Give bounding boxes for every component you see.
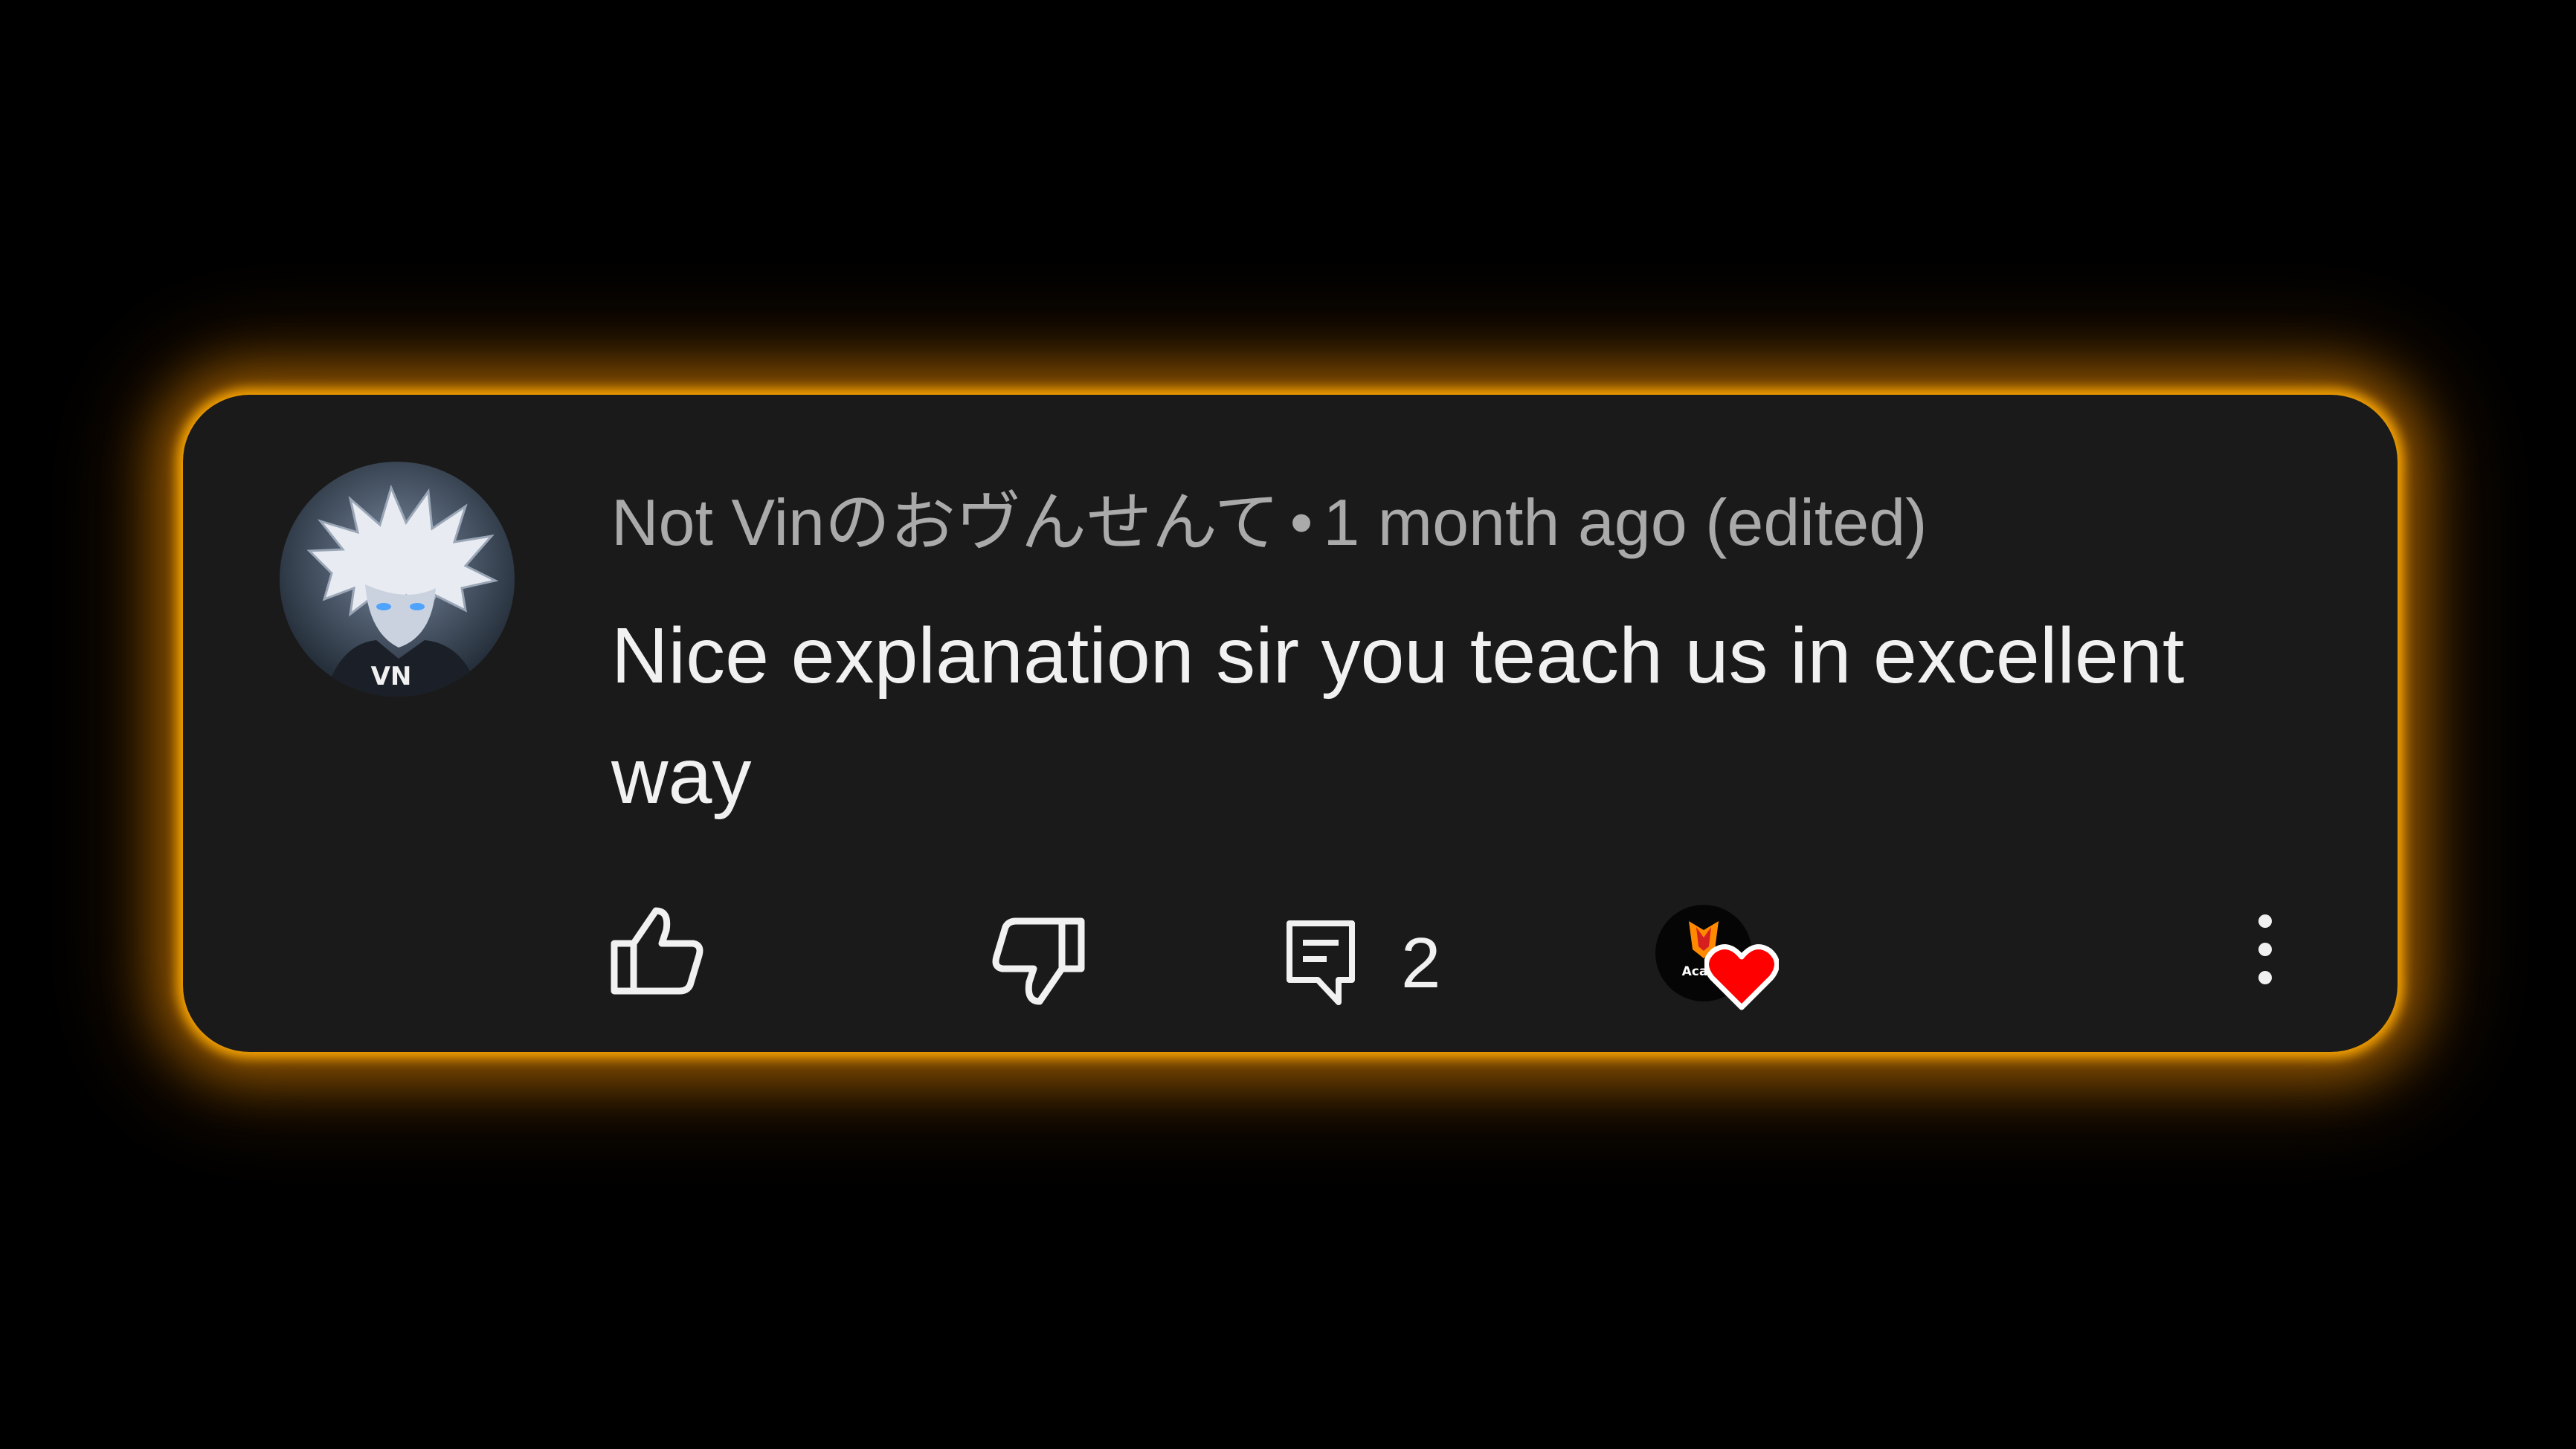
more-vertical-icon [2258, 914, 2272, 984]
thumbs-down-icon [992, 917, 1085, 1005]
comment-card: VN Not Vinのおヴんせんて • 1 month ago (edited) N… [183, 395, 2398, 1052]
thumbs-up-icon [611, 907, 703, 995]
reply-icon [1287, 920, 1355, 1005]
creator-heart-badge: Acadi [1655, 905, 1797, 1031]
like-button[interactable] [610, 900, 706, 997]
avatar-initials: VN [371, 662, 412, 691]
author-avatar[interactable]: VN [280, 462, 515, 697]
more-actions-button[interactable] [2243, 908, 2287, 997]
dislike-button[interactable] [989, 915, 1086, 1012]
meta-separator: • [1289, 485, 1313, 559]
reply-button[interactable]: 2 [1285, 915, 1440, 1012]
comment-meta: Not Vinのおヴんせんて • 1 month ago (edited) [611, 485, 1927, 560]
comment-text: Nice explanation sir you teach us in exc… [611, 612, 2185, 820]
avatar-image: VN [306, 484, 499, 697]
author-name[interactable]: Not Vinのおヴんせんて [611, 485, 1280, 559]
heart-icon [1704, 944, 1779, 1010]
comment-timestamp[interactable]: 1 month ago (edited) [1323, 485, 1927, 559]
reply-count: 2 [1401, 923, 1441, 1003]
